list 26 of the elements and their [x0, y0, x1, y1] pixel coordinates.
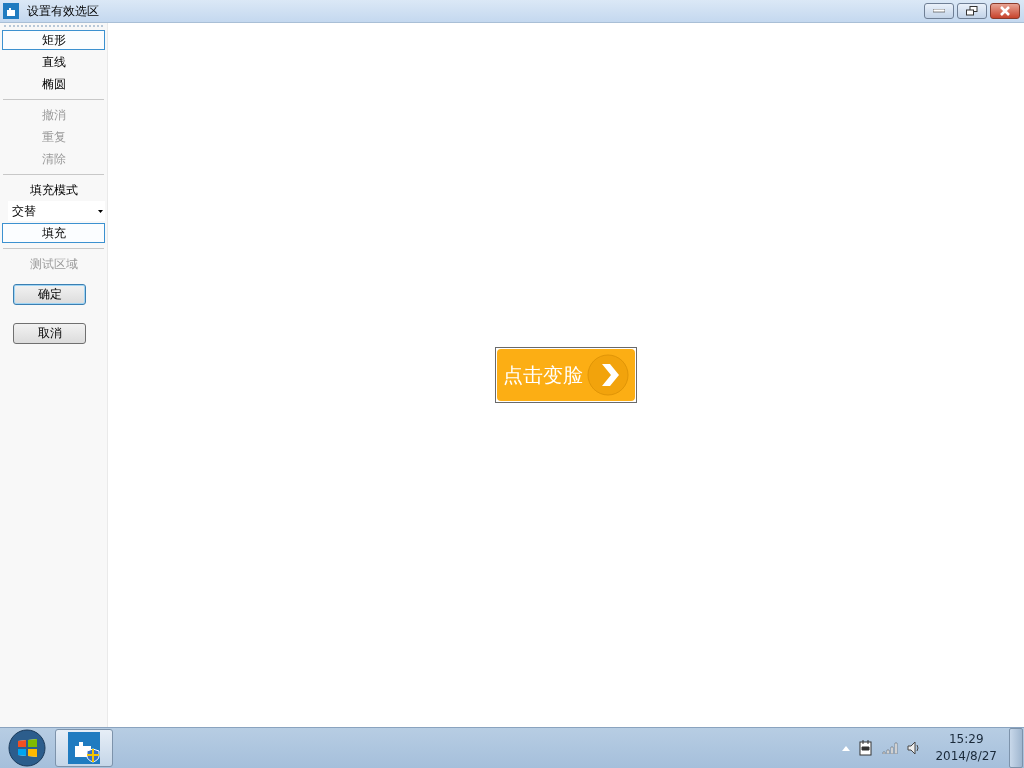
- close-icon: [999, 6, 1011, 16]
- start-button[interactable]: [7, 729, 47, 767]
- app-icon: [3, 3, 19, 19]
- section-label: 测试区域: [28, 256, 79, 273]
- tool-item[interactable]: 填充: [2, 223, 105, 243]
- speaker-icon[interactable]: [907, 741, 922, 755]
- minimize-button[interactable]: [924, 3, 954, 19]
- taskbar-app-button[interactable]: [55, 729, 113, 767]
- chevron-circle-icon: [587, 354, 629, 396]
- tool-item[interactable]: 矩形: [2, 30, 105, 50]
- close-button[interactable]: [990, 3, 1020, 19]
- mode-dropdown[interactable]: 交替: [8, 201, 105, 221]
- tool-item[interactable]: 椭圆: [2, 74, 105, 94]
- dialog-button[interactable]: 确定: [13, 284, 86, 305]
- app-shield-icon: [68, 732, 100, 764]
- section-label: 填充模式: [28, 182, 79, 199]
- window-title: 设置有效选区: [27, 2, 100, 20]
- clock-date[interactable]: 2014/8/27: [935, 748, 997, 765]
- power-plug-icon[interactable]: [859, 740, 874, 756]
- minimize-icon: [933, 9, 945, 13]
- restore-icon: [966, 6, 978, 16]
- clock-time[interactable]: 15:29: [948, 731, 984, 748]
- dialog-button[interactable]: 取消: [13, 323, 86, 344]
- dropdown-arrow-icon: [98, 209, 103, 213]
- tool-item[interactable]: 直线: [2, 52, 105, 72]
- restore-button[interactable]: [957, 3, 987, 19]
